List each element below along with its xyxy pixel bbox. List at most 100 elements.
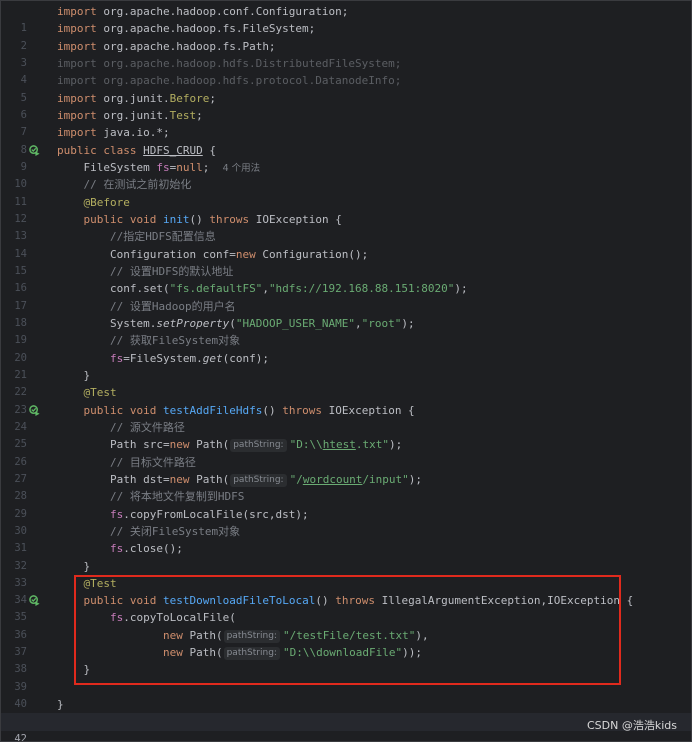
- code-line[interactable]: 5 import org.apache.hadoop.hdfs.protocol…: [1, 72, 691, 103]
- code-line[interactable]: 1 import org.apache.hadoop.conf.Configur…: [1, 3, 691, 34]
- run-test-icon[interactable]: [29, 144, 40, 156]
- keyword: void: [129, 403, 157, 417]
- keyword: public: [83, 594, 124, 608]
- string-literal: "/: [289, 472, 303, 486]
- code-line[interactable]: 9 public class HDFS_CRUD {: [1, 142, 691, 173]
- code-line[interactable]: 15 Configuration conf=new Configuration(…: [1, 246, 691, 277]
- comment: // 将本地文件复制到HDFS: [109, 490, 245, 504]
- code-text: conf.set(: [109, 282, 170, 296]
- code-line[interactable]: 2 import org.apache.hadoop.fs.FileSystem…: [1, 20, 691, 51]
- semicolon: ;: [196, 108, 203, 122]
- parens: (): [189, 212, 203, 226]
- field-name: fs: [109, 351, 124, 365]
- parameter-hint: pathString:: [230, 473, 287, 487]
- static-method: setProperty: [156, 316, 230, 330]
- code-text: (conf);: [222, 351, 269, 365]
- code-line[interactable]: 38 new Path(pathString: "D:\\downloadFile…: [1, 644, 691, 675]
- code-line[interactable]: 7 import org.junit.Test;: [1, 107, 691, 138]
- code-text: Path dst=: [109, 472, 170, 486]
- code-line[interactable]: 12 @Before: [1, 194, 691, 225]
- field-name: fs: [109, 542, 124, 556]
- code-line[interactable]: 36 fs.copyToLocalFile(: [1, 609, 691, 640]
- code-text: .close();: [123, 542, 183, 556]
- exception: IllegalArgumentException,IOException {: [374, 594, 634, 608]
- import-path: java.io.*;: [96, 126, 170, 140]
- code-line[interactable]: 13 public void init() throws IOException…: [1, 211, 691, 242]
- code-line[interactable]: 25 // 源文件路径: [1, 419, 691, 450]
- code-line[interactable]: 28 Path dst=new Path(pathString: "/wordco…: [1, 471, 691, 502]
- import-path: org.apache.hadoop.fs.Path;: [96, 39, 276, 53]
- code-text: ));: [402, 646, 423, 660]
- code-line[interactable]: 8 import java.io.*;: [1, 124, 691, 155]
- annotation-name: Before: [169, 91, 210, 105]
- code-line[interactable]: 35 public void testDownloadFileToLocal()…: [1, 592, 691, 623]
- annotation: @Test: [83, 576, 117, 590]
- string-literal: "D:\\: [289, 438, 323, 452]
- code-line[interactable]: 6 import org.junit.Before;: [1, 90, 691, 121]
- code-line[interactable]: 33 }: [1, 558, 691, 589]
- parens: (): [262, 403, 276, 417]
- comment: // 目标文件路径: [109, 455, 196, 469]
- field-name: fs: [109, 507, 124, 521]
- code-line[interactable]: 4 import org.apache.hadoop.hdfs.Distribu…: [1, 55, 691, 86]
- code-line[interactable]: 19 System.setProperty("HADOOP_USER_NAME"…: [1, 315, 691, 346]
- code-line[interactable]: 11 // 在测试之前初始化: [1, 176, 691, 207]
- code-line[interactable]: 27 // 目标文件路径: [1, 454, 691, 485]
- code-line[interactable]: 41 }: [1, 696, 691, 727]
- code-line[interactable]: 3 import org.apache.hadoop.fs.Path;: [1, 38, 691, 69]
- code-line[interactable]: 37 new Path(pathString: "/testFile/test.t…: [1, 627, 691, 658]
- keyword: null: [176, 160, 203, 174]
- code-line[interactable]: 30 fs.copyFromLocalFile(src,dst);: [1, 506, 691, 537]
- keyword: new: [169, 472, 190, 486]
- string-literal: /input": [362, 472, 409, 486]
- code-text: ),: [415, 628, 429, 642]
- string-literal: "hdfs://192.168.88.151:8020": [268, 282, 455, 296]
- code-text: );: [388, 438, 403, 452]
- run-test-icon[interactable]: [29, 595, 40, 607]
- import-path: org.junit.: [96, 91, 170, 105]
- code-line[interactable]: 23 @Test: [1, 384, 691, 415]
- keyword: import: [57, 39, 97, 53]
- code-text: Path(: [189, 472, 230, 486]
- brace: }: [83, 368, 91, 382]
- code-line[interactable]: 32 fs.close();: [1, 540, 691, 571]
- string-literal: "HADOOP_USER_NAME": [235, 316, 356, 330]
- code-line[interactable]: 22 }: [1, 367, 691, 398]
- semicolon: ;: [209, 91, 216, 105]
- string-literal: "root": [361, 316, 402, 330]
- code-line[interactable]: 16 // 设置HDFS的默认地址: [1, 263, 691, 294]
- code-line[interactable]: 26 Path src=new Path(pathString: "D:\\hte…: [1, 436, 691, 467]
- code-line[interactable]: 29 // 将本地文件复制到HDFS: [1, 488, 691, 519]
- code-text: .copyToLocalFile(: [123, 611, 236, 625]
- code-line[interactable]: 10 FileSystem fs=null; 4 个用法: [1, 159, 691, 190]
- keyword: public: [83, 403, 124, 417]
- code-text: Path(: [189, 438, 230, 452]
- brace: }: [57, 698, 64, 712]
- static-method: get: [202, 351, 223, 365]
- run-test-icon[interactable]: [29, 404, 40, 416]
- code-line[interactable]: 20 // 获取FileSystem对象: [1, 332, 691, 363]
- code-line[interactable]: 21 fs=FileSystem.get(conf);: [1, 350, 691, 381]
- code-line[interactable]: 14 //指定HDFS配置信息: [1, 228, 691, 259]
- class-name: HDFS_CRUD: [143, 143, 203, 157]
- code-line[interactable]: 31 // 关闭FileSystem对象: [1, 523, 691, 554]
- code-line[interactable]: 39 }: [1, 661, 691, 692]
- code-line[interactable]: 40: [1, 679, 691, 710]
- keyword: throws: [282, 403, 322, 417]
- code-editor[interactable]: 1 import org.apache.hadoop.conf.Configur…: [0, 0, 692, 742]
- import-path: org.junit.: [96, 108, 170, 122]
- keyword: new: [169, 438, 190, 452]
- code-line[interactable]: 18 // 设置Hadoop的用户名: [1, 298, 691, 329]
- code-line[interactable]: 34 @Test: [1, 575, 691, 606]
- keyword: import: [57, 91, 97, 105]
- code-line[interactable]: 24 public void testAddFileHdfs() throws …: [1, 402, 691, 433]
- keyword: new: [162, 646, 183, 660]
- parameter-hint: pathString:: [223, 629, 280, 643]
- annotation: @Test: [83, 386, 117, 400]
- exception: IOException {: [249, 212, 342, 226]
- string-literal: "/testFile/test.txt": [282, 628, 416, 642]
- code-line[interactable]: 17 conf.set("fs.defaultFS","hdfs://192.1…: [1, 280, 691, 311]
- usages-hint[interactable]: 4 个用法: [223, 163, 261, 174]
- keyword: import: [57, 5, 97, 18]
- import-path: org.apache.hadoop.conf.Configuration;: [96, 5, 349, 18]
